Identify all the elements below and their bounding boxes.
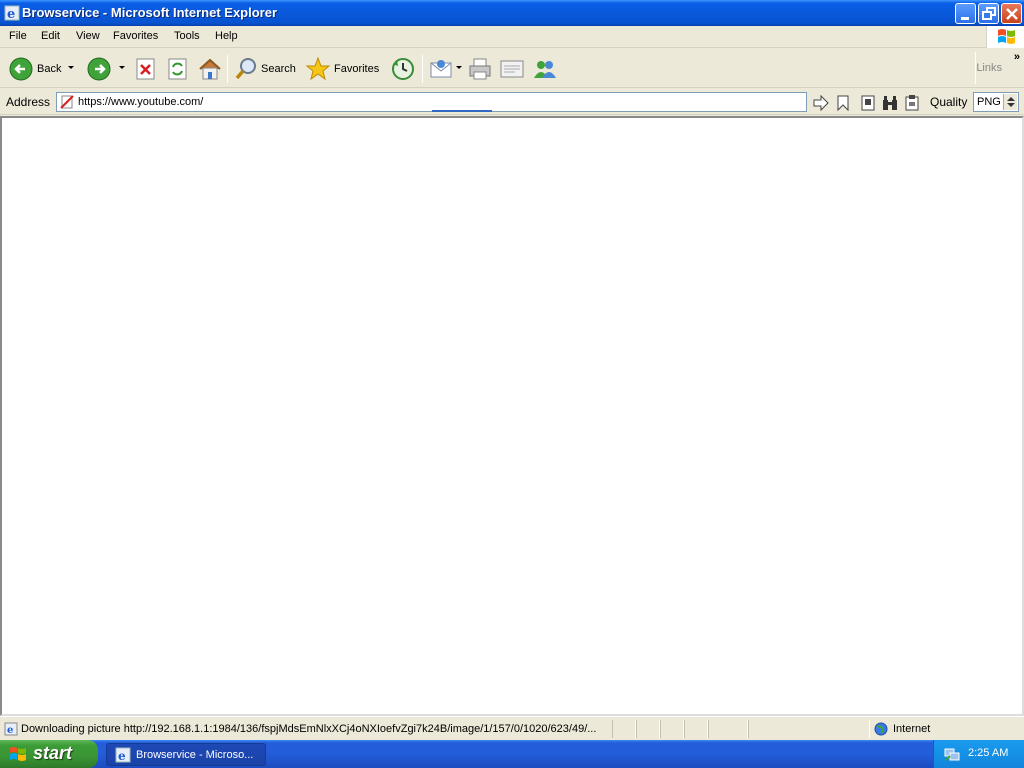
page-blocked-icon [60,95,74,109]
security-zone: Internet [893,723,931,735]
page-icon[interactable] [859,94,877,112]
mail-button[interactable] [429,54,455,84]
forward-arrow-icon [87,57,111,81]
spin-down-icon[interactable] [1007,103,1015,107]
messenger-button[interactable] [531,54,559,84]
status-bar: e Downloading picture http://192.168.1.1… [0,716,1024,740]
go-arrow-icon[interactable] [812,94,830,112]
menu-view[interactable]: View [76,30,100,42]
bookmark-icon[interactable] [834,94,852,112]
find-binoculars-icon[interactable] [881,94,899,112]
page-content[interactable] [0,116,1024,716]
taskbar: start e Browservice - Microso... 2:25 AM [0,740,1024,768]
spinner-buttons[interactable] [1003,94,1017,110]
start-button[interactable]: start [0,740,98,768]
address-label: Address [6,95,51,109]
svg-text:e: e [7,7,15,21]
stop-button[interactable] [135,54,157,84]
standard-toolbar: Back Search Favorites Links » [0,49,1024,88]
menu-edit[interactable]: Edit [41,30,60,42]
address-bar: Address https://www.youtube.com/ Quality… [0,89,1024,115]
ie-icon: e [4,5,20,21]
status-pane [612,720,636,738]
clipboard-icon[interactable] [903,94,921,112]
network-icon[interactable] [944,746,960,762]
status-pane [708,720,748,738]
windows-logo [986,26,1024,48]
search-label: Search [261,63,296,75]
system-tray: 2:25 AM [933,740,1024,768]
windows-flag-icon [998,29,1015,44]
search-icon [235,58,256,80]
menu-file[interactable]: File [9,30,27,42]
load-progress [432,110,492,112]
history-button[interactable] [390,54,416,84]
forward-button[interactable] [86,54,112,84]
menu-bar: File Edit View Favorites Tools Help [0,26,1024,48]
ie-task-icon: e [115,747,131,763]
minimize-icon [961,17,969,20]
close-icon [1006,8,1018,20]
restore-button[interactable] [978,3,999,24]
star-icon [305,56,331,81]
menu-tools[interactable]: Tools [174,30,200,42]
loading-page-icon: e [4,722,18,736]
refresh-icon [168,58,187,80]
mail-dropdown-icon[interactable] [456,66,462,69]
start-label: start [33,743,73,763]
svg-text:e: e [7,725,13,736]
edit-page-icon [500,60,524,78]
quality-spinner[interactable]: PNG [973,92,1019,112]
browser-window: e Browservice - Microsoft Internet Explo… [0,0,1024,740]
quality-label: Quality [930,95,968,109]
search-button[interactable]: Search [234,54,296,84]
home-icon [199,58,221,80]
forward-dropdown-icon[interactable] [119,66,125,69]
status-pane [660,720,684,738]
status-text: Downloading picture http://192.168.1.1:1… [21,723,597,735]
status-pane [748,720,870,738]
links-label[interactable]: Links [976,62,1002,74]
windows-start-icon [10,747,26,761]
back-label: Back [37,63,62,75]
messenger-icon [534,61,556,78]
back-button[interactable]: Back [8,54,61,84]
menu-help[interactable]: Help [215,30,238,42]
taskbar-window-button[interactable]: e Browservice - Microso... [106,743,266,766]
restore-icon [982,7,996,20]
spin-up-icon[interactable] [1007,97,1015,101]
clock[interactable]: 2:25 AM [968,747,1008,759]
home-button[interactable] [197,54,223,84]
mail-icon [430,60,452,78]
history-icon [392,58,414,80]
toolbar-separator [227,55,228,83]
internet-globe-icon [874,722,888,736]
close-button[interactable] [1001,3,1022,24]
printer-icon [469,58,491,80]
favorites-label: Favorites [334,63,380,75]
window-title: Browservice - Microsoft Internet Explore… [22,5,278,20]
status-pane [684,720,708,738]
stop-icon [136,58,155,80]
task-label: Browservice - Microso... [136,749,254,761]
menu-favorites[interactable]: Favorites [113,30,158,42]
svg-text:e: e [118,749,126,763]
address-input[interactable]: https://www.youtube.com/ [56,92,807,112]
minimize-button[interactable] [955,3,976,24]
title-bar[interactable]: e Browservice - Microsoft Internet Explo… [0,0,1024,26]
print-button[interactable] [467,54,493,84]
quality-value: PNG [977,96,1001,108]
edit-button[interactable] [499,54,525,84]
favorites-button[interactable]: Favorites [305,54,379,84]
back-dropdown-icon[interactable] [68,66,74,69]
toolbar-separator [422,55,423,83]
back-arrow-icon [9,57,33,81]
refresh-button[interactable] [167,54,189,84]
status-pane [636,720,660,738]
url-text[interactable]: https://www.youtube.com/ [78,96,203,108]
toolbar-chevron[interactable]: » [1014,51,1020,63]
links-separator [975,52,976,84]
